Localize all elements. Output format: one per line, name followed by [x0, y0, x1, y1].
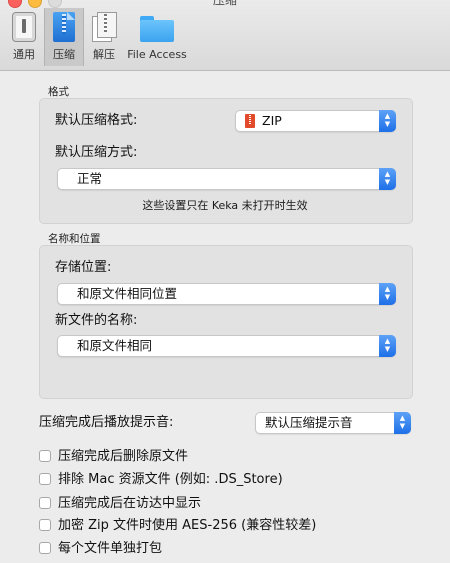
- zip-file-icon: [245, 114, 255, 128]
- tab-compress[interactable]: 压缩: [44, 8, 84, 66]
- file-name-value: 和原文件相同: [77, 338, 153, 353]
- popup-arrows-icon: ▲ ▼: [379, 168, 396, 190]
- tab-file-access-label: File Access: [127, 48, 187, 61]
- format-group-title: 格式: [48, 86, 69, 98]
- exclude-mac-resources-checkbox[interactable]: [39, 473, 51, 485]
- show-in-finder-checkbox[interactable]: [39, 497, 51, 509]
- tab-general[interactable]: 通用: [5, 8, 43, 66]
- option-label: 压缩完成后在访达中显示: [58, 496, 202, 511]
- option-label: 加密 Zip 文件时使用 AES-256 (兼容性较差): [58, 518, 317, 533]
- default-method-label: 默认压缩方式:: [55, 145, 138, 160]
- window-title: 压缩: [212, 0, 237, 7]
- default-format-label: 默认压缩格式:: [55, 113, 138, 128]
- default-format-popup[interactable]: ZIP ▲ ▼: [235, 110, 396, 132]
- folder-icon: [140, 16, 174, 42]
- popup-arrows-icon: ▲ ▼: [394, 412, 411, 434]
- option-label: 排除 Mac 资源文件 (例如: .DS_Store): [58, 472, 283, 487]
- save-location-value: 和原文件相同位置: [77, 286, 178, 301]
- tab-extract-label: 解压: [93, 48, 115, 61]
- format-note: 这些设置只在 Keka 未打开时生效: [142, 199, 308, 212]
- sound-popup[interactable]: 默认压缩提示音 ▲ ▼: [255, 412, 411, 434]
- popup-arrows-icon: ▲ ▼: [379, 283, 396, 305]
- popup-arrows-icon: ▲ ▼: [379, 110, 396, 132]
- save-location-popup[interactable]: 和原文件相同位置 ▲ ▼: [57, 283, 396, 305]
- default-format-value: ZIP: [262, 113, 282, 128]
- extract-icon: [92, 12, 117, 42]
- file-name-label: 新文件的名称:: [55, 313, 138, 328]
- popup-arrows-icon: ▲ ▼: [379, 335, 396, 357]
- file-name-popup[interactable]: 和原文件相同 ▲ ▼: [57, 335, 396, 357]
- default-method-popup[interactable]: 正常 ▲ ▼: [57, 168, 396, 190]
- sound-label: 压缩完成后播放提示音:: [39, 415, 174, 430]
- option-label: 每个文件单独打包: [58, 541, 163, 556]
- delete-original-checkbox[interactable]: [39, 450, 51, 462]
- location-group-title: 名称和位置: [48, 233, 101, 245]
- tab-general-label: 通用: [13, 48, 35, 61]
- tab-file-access[interactable]: File Access: [124, 8, 190, 66]
- aes256-checkbox[interactable]: [39, 519, 51, 531]
- tab-compress-label: 压缩: [53, 48, 75, 61]
- default-method-value: 正常: [77, 171, 103, 186]
- sound-value: 默认压缩提示音: [265, 415, 353, 430]
- save-location-label: 存储位置:: [55, 260, 112, 275]
- separate-archives-checkbox[interactable]: [39, 542, 51, 554]
- compress-zip-icon: [53, 12, 75, 42]
- tab-extract[interactable]: 解压: [86, 8, 122, 66]
- window-toolbar: 压缩 通用 压缩 解压 File Access: [0, 0, 450, 71]
- location-group: 存储位置: 和原文件相同位置 ▲ ▼ 新文件的名称: 和原文件相同 ▲ ▼: [39, 245, 413, 399]
- option-label: 压缩完成后删除原文件: [58, 449, 189, 464]
- general-switch-icon: [12, 12, 36, 42]
